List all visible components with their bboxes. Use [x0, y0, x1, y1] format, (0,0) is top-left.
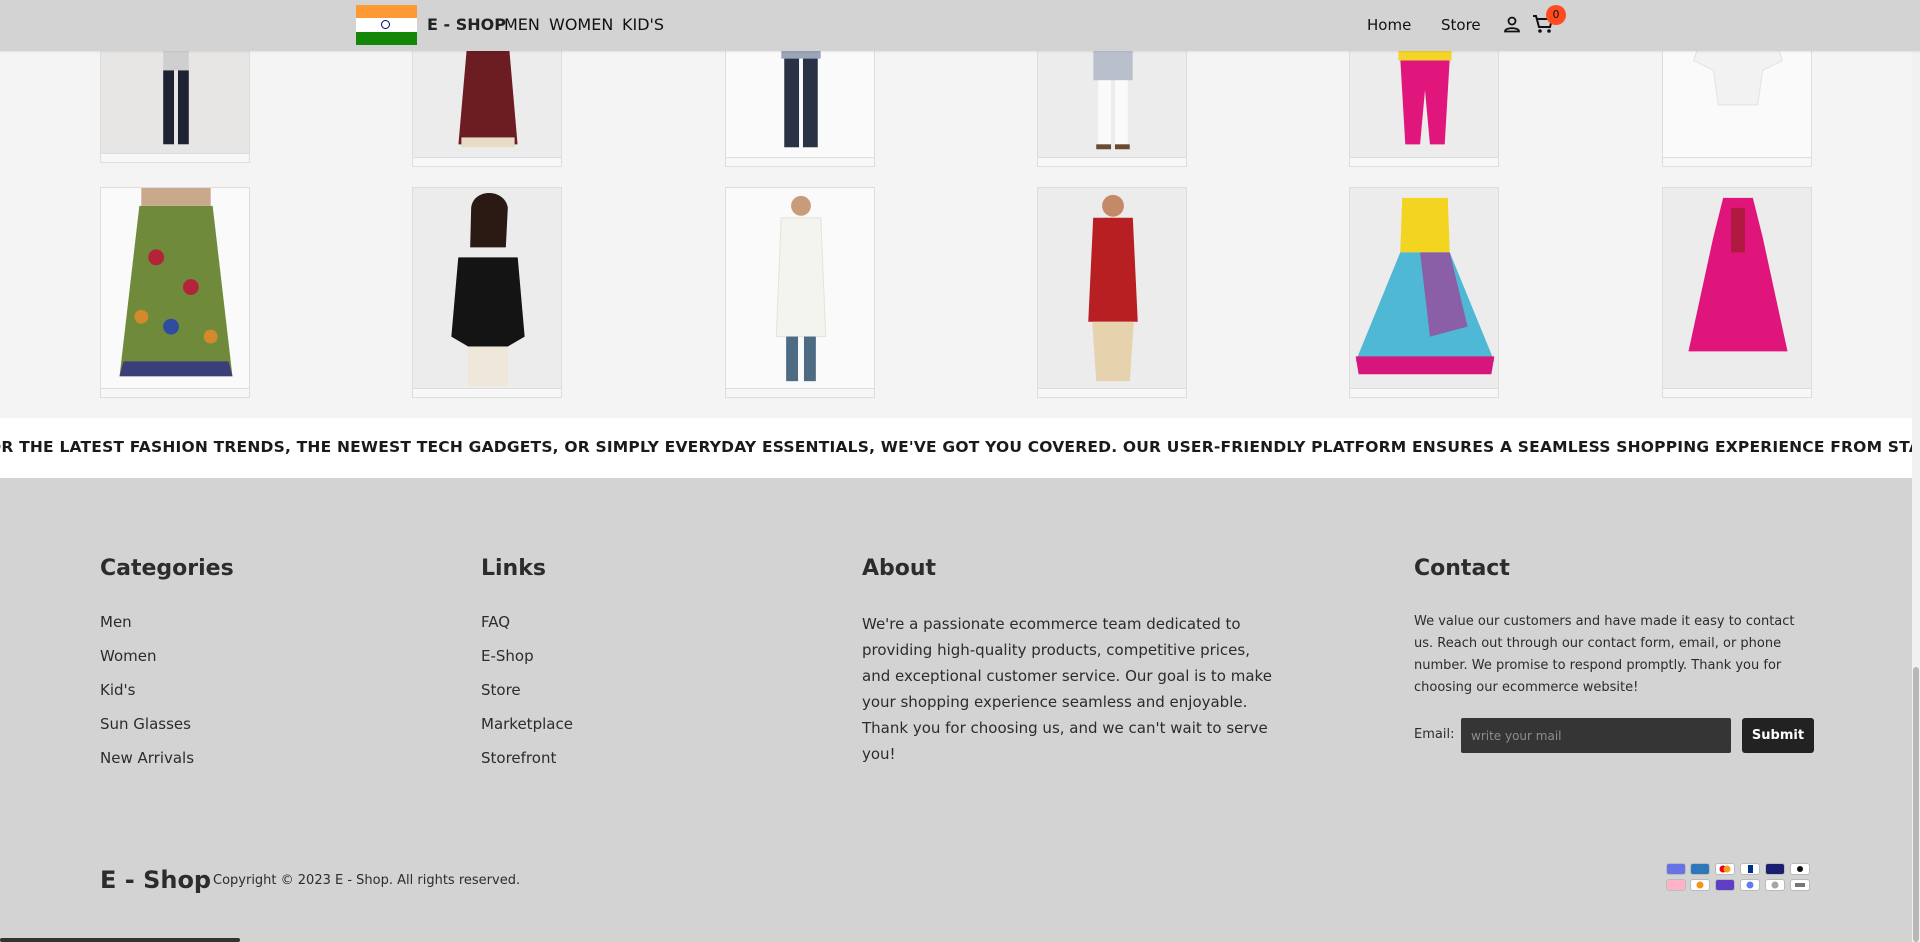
- product-image: [1088, 194, 1138, 382]
- apple-pay-icon: [1790, 863, 1810, 875]
- brand-logo[interactable]: E - SHOP: [427, 15, 506, 34]
- category-link-women[interactable]: Women: [100, 647, 156, 665]
- cart-count-badge: 0: [1546, 5, 1566, 25]
- footer-link-storefront[interactable]: Storefront: [481, 749, 556, 767]
- product-image: [451, 192, 525, 387]
- bitcoin-icon: [1690, 879, 1710, 891]
- categories-heading: Categories: [100, 556, 234, 581]
- product-card[interactable]: [1662, 187, 1812, 398]
- nav-kids[interactable]: KID'S: [622, 15, 664, 34]
- product-image: [1688, 197, 1788, 352]
- klarna-icon: [1666, 879, 1686, 891]
- nav-women[interactable]: WOMEN: [549, 15, 613, 34]
- product-image: [1355, 197, 1495, 375]
- contact-text: We value our customers and have made it …: [1414, 614, 1795, 695]
- product-card[interactable]: [1037, 187, 1187, 398]
- user-icon[interactable]: [1503, 15, 1521, 33]
- scrollbar-thumb[interactable]: [1913, 667, 1919, 942]
- contact-heading: Contact: [1414, 556, 1510, 581]
- submit-button[interactable]: Submit: [1742, 718, 1814, 753]
- footer-link-store[interactable]: Store: [481, 681, 521, 699]
- amex-icon: [1690, 863, 1710, 875]
- category-link-kids[interactable]: Kid's: [100, 681, 135, 699]
- footer-link-faq[interactable]: FAQ: [481, 613, 510, 631]
- product-image: [781, 31, 821, 148]
- category-link-men[interactable]: Men: [100, 613, 132, 631]
- bottom-edge-bar: [0, 938, 240, 942]
- product-card[interactable]: [412, 187, 562, 398]
- nav-store[interactable]: Store: [1441, 16, 1481, 34]
- product-image: [119, 188, 233, 377]
- ethereum-icon: [1740, 879, 1760, 891]
- copyright-text: Copyright © 2023 E - Shop. All rights re…: [213, 873, 521, 888]
- mastercard-icon: [1715, 863, 1735, 875]
- about-heading: About: [862, 556, 937, 581]
- email-field[interactable]: [1461, 718, 1731, 753]
- footer-logo[interactable]: E - Shop: [100, 866, 211, 894]
- marquee-text: OR THE LATEST FASHION TRENDS, THE NEWEST…: [0, 438, 1920, 456]
- product-card[interactable]: [725, 187, 875, 398]
- product-card[interactable]: [1349, 187, 1499, 398]
- email-label: Email:: [1414, 727, 1455, 742]
- nav-men[interactable]: MEN: [504, 15, 540, 34]
- category-link-sunglasses[interactable]: Sun Glasses: [100, 715, 191, 733]
- about-text: We're a passionate ecommerce team dedica…: [862, 615, 1272, 763]
- product-image: [775, 195, 827, 382]
- stripe-icon: [1666, 863, 1686, 875]
- gpay-icon: [1715, 879, 1735, 891]
- product-image: [1398, 31, 1452, 145]
- visa-icon: [1765, 863, 1785, 875]
- paypal-icon: [1740, 863, 1760, 875]
- litecoin-icon: [1765, 879, 1785, 891]
- promo-marquee: OR THE LATEST FASHION TRENDS, THE NEWEST…: [0, 418, 1920, 478]
- footer-link-eshop[interactable]: E-Shop: [481, 647, 534, 665]
- product-image: [1093, 31, 1133, 150]
- top-navbar: E - SHOP MEN WOMEN KID'S Home Store 0: [0, 0, 1920, 51]
- site-footer: Categories Men Women Kid's Sun Glasses N…: [0, 478, 1920, 942]
- google-pay-icon: [1790, 879, 1810, 891]
- nav-home[interactable]: Home: [1367, 16, 1411, 34]
- product-image: [458, 31, 518, 148]
- flag-india-icon[interactable]: [356, 5, 417, 45]
- product-card[interactable]: [100, 187, 250, 398]
- page-scrollbar[interactable]: [1912, 0, 1920, 942]
- product-image: [1693, 31, 1783, 106]
- links-heading: Links: [481, 556, 546, 581]
- category-link-new-arrivals[interactable]: New Arrivals: [100, 749, 194, 767]
- footer-link-marketplace[interactable]: Marketplace: [481, 715, 573, 733]
